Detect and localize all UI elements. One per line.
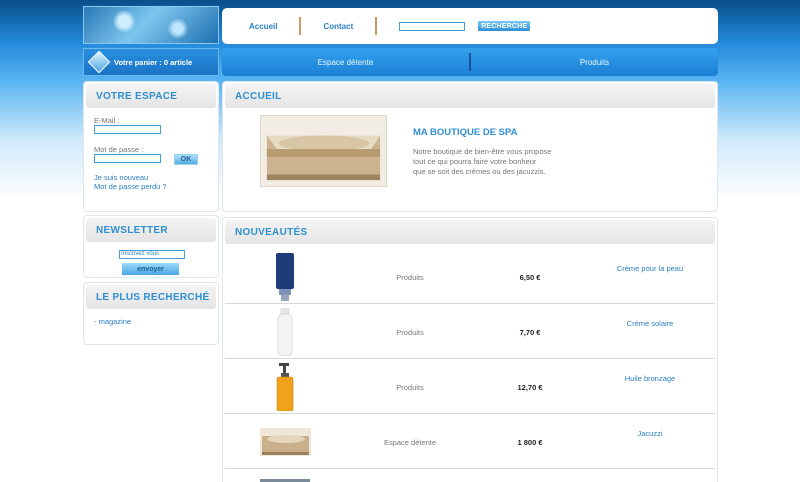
newsletter-panel-title: NEWSLETTER (86, 218, 216, 242)
password-label: Mot de passe : (94, 145, 144, 154)
product-row[interactable]: Produits 12,70 € Huile bronzage (225, 360, 715, 414)
newsletter-panel: NEWSLETTER Inscrivez vous envoyer (83, 215, 219, 278)
login-ok-button[interactable]: OK (174, 154, 198, 165)
spa-image (260, 115, 387, 187)
product-category: Produits (396, 273, 424, 282)
new-user-link[interactable]: Je suis nouveau (94, 173, 148, 182)
account-panel-title: VOTRE ESPACE (86, 84, 216, 108)
cart-icon (88, 52, 108, 72)
product-category: Produits (396, 328, 424, 337)
newsletter-send-button[interactable]: envoyer (122, 263, 179, 275)
popular-panel: LE PLUS RECHERCHÉ - magazine (83, 282, 219, 345)
product-category: Espace détente (383, 438, 437, 447)
password-field[interactable] (94, 154, 161, 163)
category-espace-detente[interactable]: Espace détente (222, 58, 469, 67)
email-field[interactable] (94, 125, 161, 134)
home-panel-title: ACCUEIL (225, 84, 715, 108)
tube-icon[interactable] (273, 253, 297, 301)
product-name-link[interactable]: Crème pour la peau (585, 264, 715, 273)
logo-water-image[interactable] (83, 6, 219, 44)
product-name-link[interactable]: Crème solaire (585, 319, 715, 328)
category-produits[interactable]: Produits (471, 58, 718, 67)
category-bar: Espace détente Produits (222, 48, 718, 76)
shop-description-line: que se soit des crèmes ou des jacuzzis. (413, 167, 546, 176)
product-price: 6,50 € (519, 273, 541, 282)
pump-bottle-icon[interactable] (274, 363, 296, 412)
shop-description-line: tout ce qui pourra faire votre bonheur (413, 157, 537, 166)
nav-contact-link[interactable]: Contact (323, 22, 353, 31)
bottle-icon[interactable] (275, 307, 295, 357)
product-price: 1 800 € (517, 438, 543, 447)
home-panel: ACCUEIL MA BOUTIQUE DE SPA Notre boutiqu… (222, 81, 718, 212)
product-category: Produits (396, 383, 424, 392)
search-button[interactable]: RECHERCHE (477, 20, 532, 32)
cart-bar[interactable]: Votre panier : 0 article (83, 48, 219, 76)
newsletter-input[interactable]: Inscrivez vous (119, 250, 185, 259)
cart-text: Votre panier : 0 article (114, 57, 193, 67)
product-row[interactable]: Espace détente 1 800 € Jacuzzi (225, 415, 715, 469)
nav-separator (375, 17, 378, 35)
search-input[interactable] (399, 21, 466, 31)
top-navigation: Accueil Contact RECHERCHE (222, 8, 718, 44)
shop-description: Notre boutique de bien-être vous propose… (413, 147, 583, 177)
page-wrapper: Accueil Contact RECHERCHE Votre panier :… (83, 0, 719, 482)
news-panel-title: NOUVEAUTÉS (225, 220, 715, 244)
nav-accueil-link[interactable]: Accueil (249, 22, 277, 31)
popular-item-magazine[interactable]: - magazine (94, 317, 131, 326)
email-label: E-Mail : (94, 116, 120, 125)
account-panel: VOTRE ESPACE E-Mail : Mot de passe : OK … (83, 81, 219, 212)
popular-panel-title: LE PLUS RECHERCHÉ (86, 285, 216, 309)
jacuzzi-icon[interactable] (260, 428, 311, 456)
product-name-link[interactable]: Huile bronzage (585, 374, 715, 383)
shop-description-line: Notre boutique de bien-être vous propose (413, 147, 552, 156)
shop-title: MA BOUTIQUE DE SPA (413, 127, 518, 138)
product-row[interactable]: Produits 7,70 € Crème solaire (225, 305, 715, 359)
product-price: 7,70 € (519, 328, 541, 337)
lost-password-link[interactable]: Mot de passe perdu ? (94, 182, 167, 191)
product-row[interactable]: Produits 6,50 € Crème pour la peau (225, 250, 715, 304)
product-name-link[interactable]: Jacuzzi (585, 429, 715, 438)
product-price: 12,70 € (517, 383, 543, 392)
news-panel: NOUVEAUTÉS Produits 6,50 € Crème pour la… (222, 217, 718, 482)
nav-separator (299, 17, 302, 35)
